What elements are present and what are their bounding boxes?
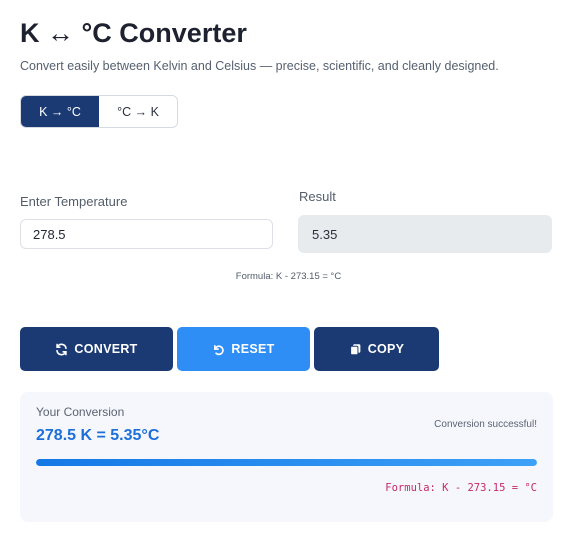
formula-hint: Formula: K - 273.15 = °C xyxy=(235,271,342,282)
mode-toggle: K → °C °C → K xyxy=(20,95,178,128)
undo-icon xyxy=(212,343,225,356)
progress-bar-fill xyxy=(36,459,537,466)
copy-icon xyxy=(349,343,362,356)
refresh-icon xyxy=(55,343,68,356)
conversion-card: Your Conversion 278.5 K = 5.35°C Convers… xyxy=(20,392,553,522)
temperature-input[interactable] xyxy=(20,219,273,249)
progress-bar xyxy=(36,459,537,466)
result-label: Result xyxy=(299,189,336,204)
mode-k-to-c-button[interactable]: K → °C xyxy=(21,96,99,127)
status-message: Conversion successful! xyxy=(434,419,537,430)
mode-c-to-k-button[interactable]: °C → K xyxy=(99,96,177,127)
conversion-card-heading: Your Conversion xyxy=(36,405,125,419)
convert-button[interactable]: CONVERT xyxy=(20,327,173,371)
reset-button-label: RESET xyxy=(231,342,275,356)
conversion-formula: Formula: K - 273.15 = °C xyxy=(385,482,537,494)
copy-button[interactable]: COPY xyxy=(314,327,439,371)
result-field: 5.35 xyxy=(298,215,552,253)
page-subtitle: Convert easily between Kelvin and Celsiu… xyxy=(20,59,499,73)
convert-button-label: CONVERT xyxy=(74,342,138,356)
reset-button[interactable]: RESET xyxy=(177,327,310,371)
page-title: K ↔ °C Converter xyxy=(20,18,247,48)
conversion-result-value: 278.5 K = 5.35°C xyxy=(36,427,160,444)
temperature-input-label: Enter Temperature xyxy=(20,194,128,209)
result-value: 5.35 xyxy=(312,226,338,242)
copy-button-label: COPY xyxy=(367,342,405,356)
